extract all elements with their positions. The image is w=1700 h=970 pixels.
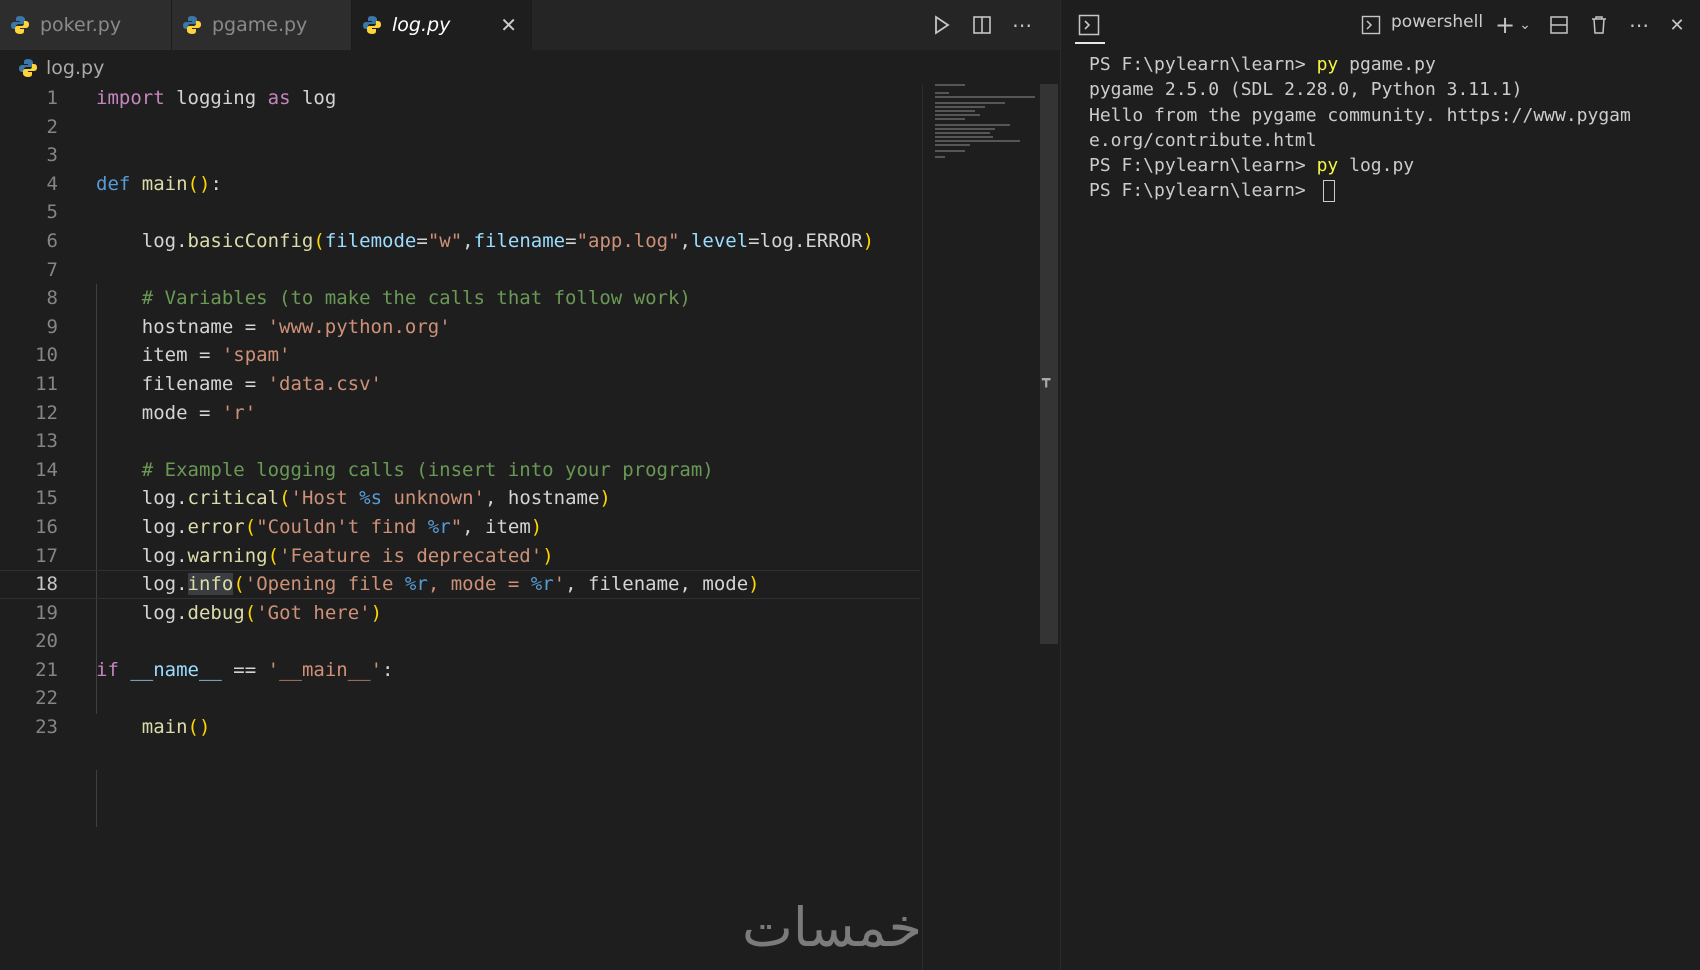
code-line: 14 # Example logging calls (insert into … bbox=[35, 458, 714, 481]
python-file-icon bbox=[182, 15, 202, 35]
code-line: 11 filename = 'data.csv' bbox=[35, 372, 382, 395]
python-file-icon bbox=[362, 15, 382, 35]
close-icon[interactable]: ✕ bbox=[500, 13, 517, 37]
tab-pgame[interactable]: pgame.py bbox=[172, 0, 352, 50]
word-highlight: info bbox=[187, 573, 234, 596]
code-line: 7 bbox=[46, 258, 58, 281]
code-line: 20 bbox=[35, 630, 58, 653]
code-line: 13 bbox=[35, 430, 58, 453]
terminal-line: e.org/contribute.html bbox=[1089, 129, 1317, 151]
active-tab-indicator bbox=[1075, 42, 1105, 44]
code-line: 12 mode = 'r' bbox=[35, 401, 257, 424]
code-line: 21 if __name__ == '__main__': bbox=[35, 658, 394, 681]
close-icon[interactable]: ✕ bbox=[1665, 13, 1689, 37]
terminal-line: Hello from the pygame community. https:/… bbox=[1089, 104, 1631, 126]
watermark-logo: خمسات bbox=[742, 896, 923, 959]
code-line: 19 log.debug('Got here') bbox=[35, 601, 383, 624]
split-editor-icon[interactable] bbox=[970, 13, 994, 37]
code-line: 1 import logging as log bbox=[46, 87, 337, 109]
code-line: 5 bbox=[46, 201, 58, 224]
terminal-icon[interactable] bbox=[1077, 13, 1101, 37]
tab-label: pgame.py bbox=[212, 14, 308, 36]
terminal-panel: powershell + ⌄ ⋯ ✕ PS F:\pylearn\learn> … bbox=[1060, 0, 1700, 970]
editor-group: poker.py pgame.py log.py ✕ ⋯ log.py 1 im… bbox=[0, 0, 1060, 970]
terminal-line: pygame 2.5.0 (SDL 2.28.0, Python 3.11.1) bbox=[1089, 79, 1523, 101]
python-file-icon bbox=[10, 15, 30, 35]
editor-actions: ⋯ bbox=[930, 0, 1034, 50]
minimap[interactable] bbox=[922, 84, 1043, 970]
code-line: 4 def main(): bbox=[46, 172, 222, 195]
code-line: 8 # Variables (to make the calls that fo… bbox=[46, 287, 691, 310]
more-icon[interactable]: ⋯ bbox=[1627, 13, 1651, 37]
tab-log[interactable]: log.py ✕ bbox=[352, 0, 532, 50]
code-line-current: 18 log.info('Opening file %r, mode = %r'… bbox=[0, 570, 920, 599]
run-icon[interactable] bbox=[930, 13, 954, 37]
breadcrumb-file: log.py bbox=[46, 57, 105, 79]
editor-scrollbar[interactable] bbox=[1040, 84, 1058, 644]
code-line: 9 hostname = 'www.python.org' bbox=[46, 315, 451, 338]
code-line: 15 log.critical('Host %s unknown', hostn… bbox=[35, 487, 611, 510]
breadcrumb[interactable]: log.py bbox=[18, 54, 104, 82]
terminal-output[interactable]: PS F:\pylearn\learn> py pgame.py pygame … bbox=[1089, 52, 1689, 204]
code-line: 6 log.basicConfig(filemode="w",filename=… bbox=[46, 229, 875, 252]
tab-label: poker.py bbox=[40, 14, 122, 36]
tab-bar: poker.py pgame.py log.py ✕ ⋯ bbox=[0, 0, 1060, 50]
code-line: 23 main() bbox=[35, 716, 211, 739]
terminal-cursor bbox=[1322, 180, 1335, 203]
code-line: 3 bbox=[46, 144, 58, 167]
code-line: 2 bbox=[46, 115, 58, 138]
tab-poker[interactable]: poker.py bbox=[0, 0, 172, 50]
shell-name[interactable]: powershell bbox=[1391, 12, 1483, 32]
code-line: 17 log.warning('Feature is deprecated') bbox=[35, 544, 554, 567]
terminal-icon bbox=[1359, 13, 1383, 37]
more-icon[interactable]: ⋯ bbox=[1010, 13, 1034, 37]
trash-icon[interactable] bbox=[1587, 13, 1611, 37]
tab-label: log.py bbox=[392, 14, 451, 36]
code-line: 10 item = 'spam' bbox=[35, 344, 291, 367]
terminal-toolbar: powershell + ⌄ ⋯ ✕ bbox=[1061, 0, 1700, 50]
code-editor[interactable]: 1 import logging as log 2 3 4 def main(): … bbox=[0, 84, 920, 827]
indent-guide bbox=[96, 770, 97, 827]
terminal-line: PS F:\pylearn\learn> py pgame.py bbox=[1089, 54, 1436, 75]
split-terminal-icon[interactable] bbox=[1547, 13, 1571, 37]
terminal-line: PS F:\pylearn\learn> py log.py bbox=[1089, 155, 1415, 177]
code-line: 22 bbox=[35, 687, 58, 710]
cursor-position-marker: ┳ bbox=[1042, 372, 1051, 388]
chevron-down-icon[interactable]: ⌄ bbox=[1513, 13, 1537, 37]
terminal-prompt-line: PS F:\pylearn\learn> bbox=[1089, 178, 1689, 203]
code-line: 16 log.error("Couldn't find %r", item) bbox=[35, 515, 543, 538]
python-file-icon bbox=[18, 58, 38, 78]
